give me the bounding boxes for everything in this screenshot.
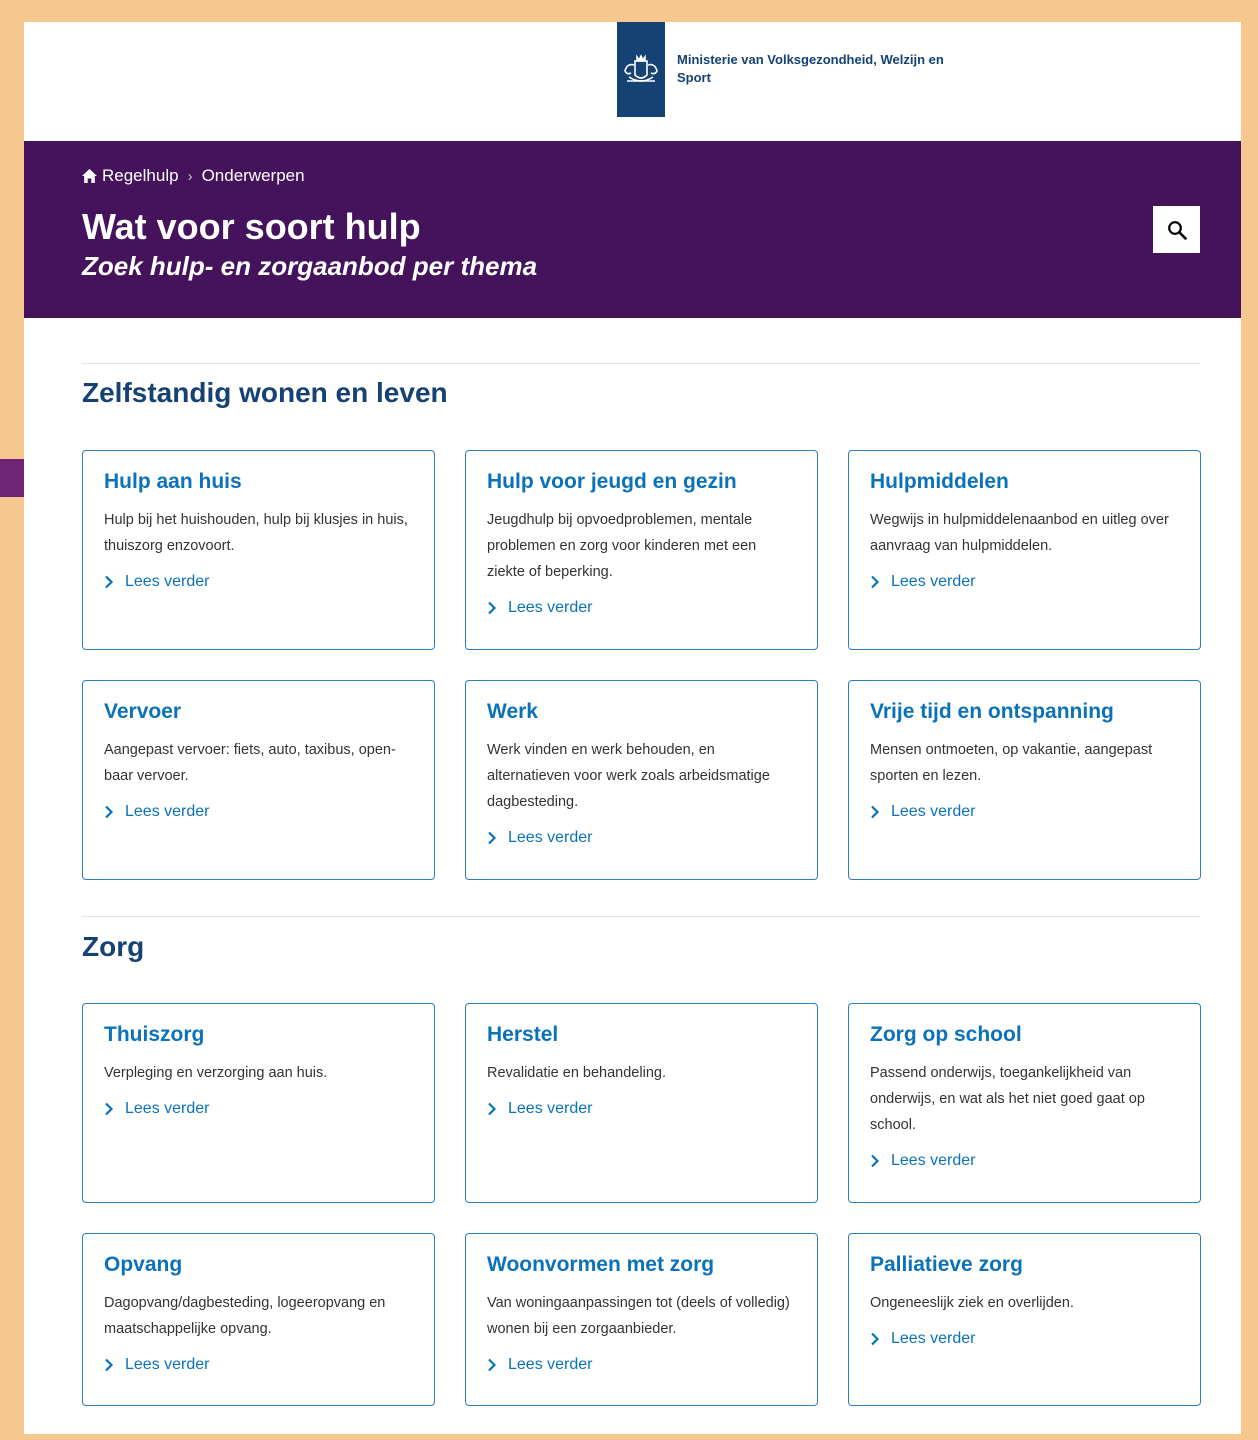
link-label: Lees verder bbox=[125, 1100, 210, 1117]
card-title[interactable]: Woonvormen met zorg bbox=[487, 1252, 797, 1278]
card-title[interactable]: Herstel bbox=[487, 1022, 797, 1048]
lees-verder-link[interactable]: Lees verder bbox=[487, 1100, 797, 1118]
card-title[interactable]: Thuiszorg bbox=[104, 1022, 414, 1048]
link-label: Lees verder bbox=[891, 1330, 976, 1347]
chevron-right-icon bbox=[105, 1358, 114, 1372]
breadcrumb-item-onderwerpen[interactable]: Onderwerpen bbox=[202, 166, 305, 186]
link-label: Lees verder bbox=[508, 829, 593, 846]
lees-verder-link[interactable]: Lees verder bbox=[487, 599, 797, 617]
chevron-right-icon: › bbox=[187, 167, 193, 185]
card-description: Revalidatie en behandeling. bbox=[487, 1065, 666, 1081]
card-title[interactable]: Opvang bbox=[104, 1252, 414, 1278]
card-vervoer[interactable]: Vervoer Aangepast vervoer: fiets, auto, … bbox=[82, 680, 435, 880]
card-description: Mensen ontmoeten, op vakantie, aangepast… bbox=[870, 742, 1153, 784]
link-label: Lees verder bbox=[891, 1152, 976, 1169]
search-icon bbox=[1167, 220, 1187, 240]
card-description: Van woningaanpassingen tot (deels of vol… bbox=[487, 1295, 790, 1337]
breadcrumb-item-regelhulp[interactable]: Regelhulp bbox=[102, 166, 179, 186]
link-label: Lees verder bbox=[891, 573, 976, 590]
chevron-right-icon bbox=[488, 1102, 497, 1116]
card-title[interactable]: Vervoer bbox=[104, 699, 414, 725]
card-description: Hulp bij het huishouden, hulp bij klusje… bbox=[104, 512, 408, 554]
card-vrije-tijd[interactable]: Vrije tijd en ontspanning Mensen ontmoet… bbox=[848, 680, 1201, 880]
card-title[interactable]: Hulp aan huis bbox=[104, 469, 414, 495]
lees-verder-link[interactable]: Lees verder bbox=[104, 1100, 414, 1118]
section-title-zorg: Zorg bbox=[82, 931, 145, 962]
section-title-zelfstandig: Zelfstandig wonen en leven bbox=[82, 377, 448, 408]
search-button[interactable] bbox=[1153, 206, 1200, 253]
card-title[interactable]: Hulpmiddelen bbox=[870, 469, 1180, 495]
card-hulp-aan-huis[interactable]: Hulp aan huis Hulp bij het huishouden, h… bbox=[82, 450, 435, 650]
card-title[interactable]: Zorg op school bbox=[870, 1022, 1180, 1048]
link-label: Lees verder bbox=[125, 573, 210, 590]
chevron-right-icon bbox=[871, 1332, 880, 1346]
ministry-name: Ministerie van Volksgezondheid, Welzijn … bbox=[677, 51, 944, 85]
card-title[interactable]: Palliatieve zorg bbox=[870, 1252, 1180, 1278]
chevron-right-icon bbox=[488, 831, 497, 845]
card-hulpmiddelen[interactable]: Hulpmiddelen Wegwijs in hulpmiddelenaanb… bbox=[848, 450, 1201, 650]
lees-verder-link[interactable]: Lees verder bbox=[104, 1356, 414, 1374]
card-herstel[interactable]: Herstel Revalidatie en behandeling. Lees… bbox=[465, 1003, 818, 1203]
lees-verder-link[interactable]: Lees verder bbox=[104, 573, 414, 591]
card-title[interactable]: Vrije tijd en ontspanning bbox=[870, 699, 1180, 725]
lees-verder-link[interactable]: Lees verder bbox=[104, 803, 414, 821]
card-description: Passend onderwijs, toegankelijkheid van … bbox=[870, 1065, 1145, 1133]
chevron-right-icon bbox=[871, 575, 880, 589]
link-label: Lees verder bbox=[125, 1356, 210, 1373]
page-banner: Regelhulp › Onderwerpen Wat voor soort h… bbox=[24, 141, 1241, 318]
card-hulp-voor-jeugd[interactable]: Hulp voor jeugd en gezin Jeugdhulp bij o… bbox=[465, 450, 818, 650]
page-title: Wat voor soort hulp bbox=[82, 206, 421, 247]
lees-verder-link[interactable]: Lees verder bbox=[870, 803, 1180, 821]
coat-of-arms-icon bbox=[624, 53, 658, 82]
card-description: Wegwijs in hulpmiddelenaanbod en uitleg … bbox=[870, 512, 1169, 554]
link-label: Lees verder bbox=[508, 1356, 593, 1373]
card-description: Werk vinden en werk behouden, en alterna… bbox=[487, 742, 770, 810]
card-title[interactable]: Werk bbox=[487, 699, 797, 725]
card-thuiszorg[interactable]: Thuiszorg Verpleging en verzorging aan h… bbox=[82, 1003, 435, 1203]
link-label: Lees verder bbox=[125, 803, 210, 820]
card-description: Verpleging en verzorging aan huis. bbox=[104, 1065, 328, 1081]
chevron-right-icon bbox=[871, 1154, 880, 1168]
lees-verder-link[interactable]: Lees verder bbox=[487, 1356, 797, 1374]
breadcrumb: Regelhulp › Onderwerpen bbox=[82, 166, 305, 186]
logo-block bbox=[617, 22, 665, 117]
chevron-right-icon bbox=[105, 805, 114, 819]
section-divider bbox=[82, 916, 1200, 917]
page-subtitle: Zoek hulp- en zorgaanbod per thema bbox=[82, 251, 538, 281]
link-label: Lees verder bbox=[508, 1100, 593, 1117]
section-divider bbox=[82, 363, 1200, 364]
chevron-right-icon bbox=[488, 601, 497, 615]
card-opvang[interactable]: Opvang Dagopvang/dagbesteding, logeeropv… bbox=[82, 1233, 435, 1406]
card-description: Dagopvang/dagbesteding, logeeropvang en … bbox=[104, 1295, 386, 1337]
card-description: Aangepast vervoer: fiets, auto, taxibus,… bbox=[104, 742, 396, 784]
card-werk[interactable]: Werk Werk vinden en werk behouden, en al… bbox=[465, 680, 818, 880]
lees-verder-link[interactable]: Lees verder bbox=[487, 829, 797, 847]
card-woonvormen[interactable]: Woonvormen met zorg Van woningaanpassing… bbox=[465, 1233, 818, 1406]
link-label: Lees verder bbox=[508, 599, 593, 616]
ministry-logo[interactable]: Ministerie van Volksgezondheid, Welzijn … bbox=[617, 22, 967, 117]
card-description: Jeugdhulp bij opvoedproblemen, mentale p… bbox=[487, 512, 757, 580]
page-frame: Ministerie van Volksgezondheid, Welzijn … bbox=[24, 22, 1241, 1434]
card-palliatieve-zorg[interactable]: Palliatieve zorg Ongeneeslijk ziek en ov… bbox=[848, 1233, 1201, 1406]
card-zorg-op-school[interactable]: Zorg op school Passend onderwijs, toegan… bbox=[848, 1003, 1201, 1203]
chevron-right-icon bbox=[871, 805, 880, 819]
lees-verder-link[interactable]: Lees verder bbox=[870, 1152, 1180, 1170]
chevron-right-icon bbox=[105, 1102, 114, 1116]
chevron-right-icon bbox=[105, 575, 114, 589]
home-icon[interactable] bbox=[82, 169, 97, 183]
chevron-right-icon bbox=[488, 1358, 497, 1372]
link-label: Lees verder bbox=[891, 803, 976, 820]
lees-verder-link[interactable]: Lees verder bbox=[870, 1330, 1180, 1348]
lees-verder-link[interactable]: Lees verder bbox=[870, 573, 1180, 591]
card-title[interactable]: Hulp voor jeugd en gezin bbox=[487, 469, 797, 495]
card-description: Ongeneeslijk ziek en overlijden. bbox=[870, 1295, 1074, 1311]
